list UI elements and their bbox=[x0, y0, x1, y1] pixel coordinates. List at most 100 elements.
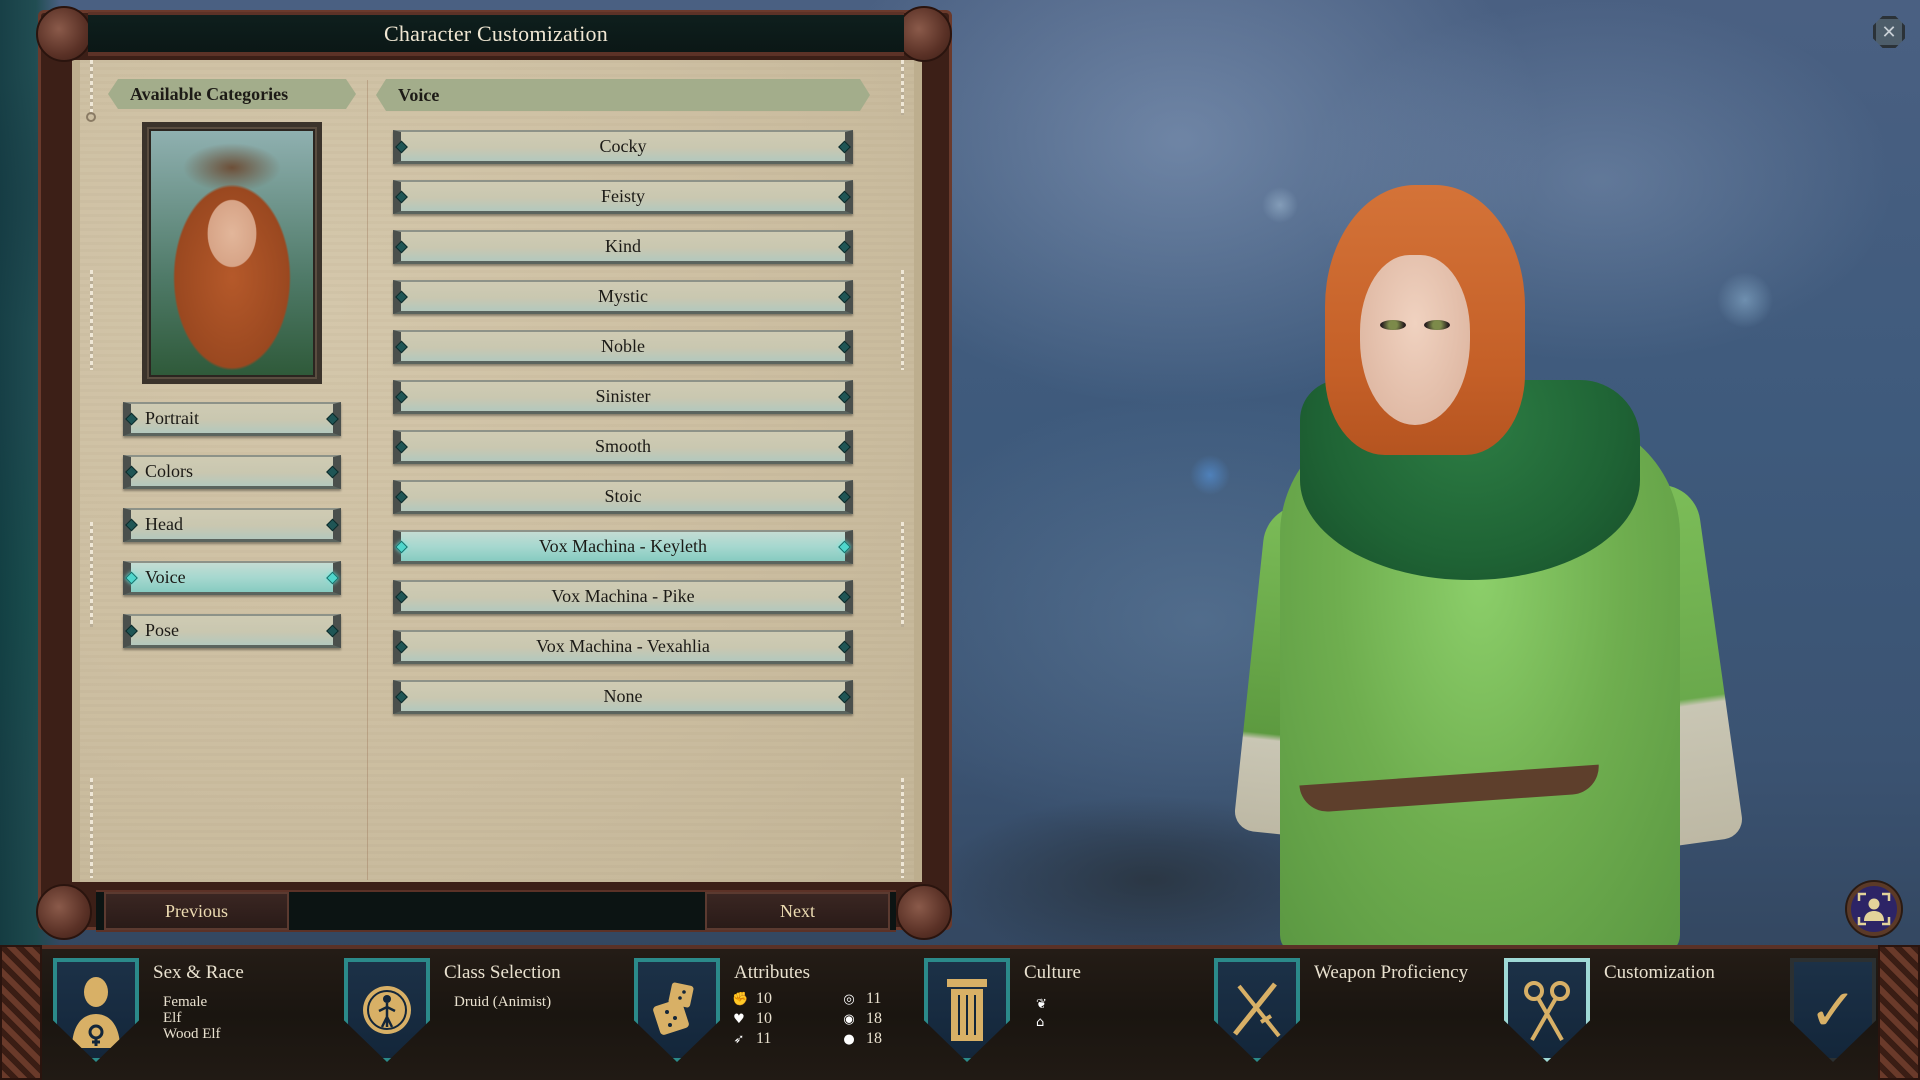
voice-option-label: Kind bbox=[605, 236, 641, 256]
pillar-icon bbox=[947, 979, 987, 1041]
category-colors[interactable]: Colors bbox=[123, 455, 341, 489]
subrace-value: Wood Elf bbox=[163, 1026, 221, 1042]
gem-icon bbox=[395, 390, 408, 403]
gem-icon bbox=[395, 190, 408, 203]
voice-option[interactable]: Vox Machina - Keyleth bbox=[393, 530, 853, 564]
gem-icon bbox=[395, 490, 408, 503]
scissors-icon bbox=[1524, 981, 1570, 1041]
character-portrait[interactable] bbox=[142, 122, 322, 384]
decorative-rope bbox=[901, 270, 904, 370]
ornament-corner bbox=[36, 884, 92, 940]
voice-option[interactable]: Noble bbox=[393, 330, 853, 364]
voice-option[interactable]: Mystic bbox=[393, 280, 853, 314]
voice-option-label: Mystic bbox=[597, 286, 648, 306]
gem-icon bbox=[838, 490, 851, 503]
gem-icon bbox=[395, 690, 408, 703]
voice-option[interactable]: Stoic bbox=[393, 480, 853, 514]
previous-button[interactable]: Previous bbox=[104, 892, 289, 930]
constitution-icon: ♥ bbox=[733, 1011, 745, 1027]
voice-option[interactable]: Sinister bbox=[393, 380, 853, 414]
decorative-rope bbox=[90, 778, 93, 878]
voice-option-label: Smooth bbox=[594, 436, 651, 456]
class-value: Druid (Animist) bbox=[454, 994, 552, 1010]
voice-option[interactable]: None bbox=[393, 680, 853, 714]
gem-icon bbox=[395, 290, 408, 303]
gem-icon bbox=[838, 140, 851, 153]
step-sex-race[interactable]: Sex & Race Female Elf Wood Elf bbox=[53, 958, 293, 1068]
voice-option[interactable]: Smooth bbox=[393, 430, 853, 464]
sex-race-shield bbox=[53, 958, 139, 1062]
customization-shield bbox=[1504, 958, 1590, 1062]
next-label: Next bbox=[780, 900, 815, 921]
attribute-value: 10 bbox=[756, 990, 772, 1007]
attribute-intellect: ◎ 11 bbox=[842, 990, 902, 1008]
category-portrait[interactable]: Portrait bbox=[123, 402, 341, 436]
category-voice[interactable]: Voice bbox=[123, 561, 341, 595]
gem-icon bbox=[395, 440, 408, 453]
gem-icon bbox=[838, 240, 851, 253]
step-culture[interactable]: Culture ❦ ⌂ bbox=[924, 958, 1164, 1068]
decorative-border bbox=[1878, 945, 1920, 1080]
character-model-preview[interactable] bbox=[1232, 185, 1745, 955]
gem-icon bbox=[326, 412, 339, 425]
category-pose[interactable]: Pose bbox=[123, 614, 341, 648]
weapon-shield bbox=[1214, 958, 1300, 1062]
gem-icon bbox=[838, 440, 851, 453]
voice-option[interactable]: Vox Machina - Vexahlia bbox=[393, 630, 853, 664]
bust-female-icon bbox=[72, 977, 120, 1048]
gem-icon bbox=[838, 690, 851, 703]
attribute-value: 18 bbox=[866, 1030, 882, 1047]
attribute-dexterity: ➶ 11 bbox=[732, 1030, 842, 1048]
category-label: Portrait bbox=[145, 408, 199, 428]
character-eye bbox=[1380, 320, 1406, 330]
portrait-view-toggle-button[interactable] bbox=[1847, 882, 1901, 936]
voice-option[interactable]: Kind bbox=[393, 230, 853, 264]
confirm-button[interactable]: ✓ bbox=[1790, 958, 1880, 1068]
decorative-rope bbox=[901, 778, 904, 878]
voice-option-label: Sinister bbox=[595, 386, 651, 406]
decorative-rope-ring bbox=[86, 112, 96, 122]
voice-option[interactable]: Cocky bbox=[393, 130, 853, 164]
class-shield bbox=[344, 958, 430, 1062]
voice-option-label: Feisty bbox=[600, 186, 645, 206]
step-class-selection[interactable]: Class Selection Druid (Animist) bbox=[344, 958, 584, 1068]
voice-option[interactable]: Feisty bbox=[393, 180, 853, 214]
category-head[interactable]: Head bbox=[123, 508, 341, 542]
step-weapon-proficiency[interactable]: Weapon Proficiency bbox=[1214, 958, 1504, 1068]
step-title: Attributes bbox=[734, 962, 810, 983]
step-customization[interactable]: Customization bbox=[1504, 958, 1724, 1068]
step-title: Sex & Race bbox=[153, 962, 244, 983]
voice-option[interactable]: Vox Machina - Pike bbox=[393, 580, 853, 614]
step-title: Customization bbox=[1604, 962, 1715, 983]
next-button[interactable]: Next bbox=[705, 892, 890, 930]
step-title: Culture bbox=[1024, 962, 1081, 983]
decorative-rope bbox=[90, 270, 93, 370]
gem-icon bbox=[125, 624, 138, 637]
gem-icon bbox=[838, 590, 851, 603]
portrait-frame-icon bbox=[1857, 892, 1891, 926]
gem-icon bbox=[395, 140, 408, 153]
gem-icon bbox=[838, 190, 851, 203]
close-button[interactable]: ✕ bbox=[1873, 16, 1905, 48]
gem-icon bbox=[838, 640, 851, 653]
voice-option-label: Vox Machina - Vexahlia bbox=[536, 636, 710, 656]
category-label: Voice bbox=[145, 567, 186, 587]
attribute-value: 11 bbox=[866, 990, 882, 1007]
voice-option-label: None bbox=[603, 686, 643, 706]
perception-icon: ◉ bbox=[843, 1011, 855, 1027]
dice-icon bbox=[653, 982, 694, 1035]
ornament-corner bbox=[896, 6, 952, 62]
step-attributes[interactable]: Attributes ✊ 10 ◎ 11 ♥ 10 ◉ 18 ➶ 11 ● 18 bbox=[634, 958, 894, 1068]
attributes-shield bbox=[634, 958, 720, 1062]
intellect-icon: ◎ bbox=[843, 991, 855, 1007]
dexterity-icon: ➶ bbox=[733, 1031, 745, 1047]
gem-icon bbox=[125, 518, 138, 531]
confirm-shield: ✓ bbox=[1790, 958, 1876, 1062]
decorative-rope bbox=[901, 522, 904, 627]
voice-option-label: Vox Machina - Keyleth bbox=[538, 536, 708, 556]
gem-icon bbox=[838, 340, 851, 353]
crossed-weapons-icon bbox=[1233, 982, 1281, 1038]
character-eye bbox=[1424, 320, 1450, 330]
column-divider bbox=[367, 80, 368, 880]
attribute-value: 18 bbox=[866, 1010, 882, 1027]
